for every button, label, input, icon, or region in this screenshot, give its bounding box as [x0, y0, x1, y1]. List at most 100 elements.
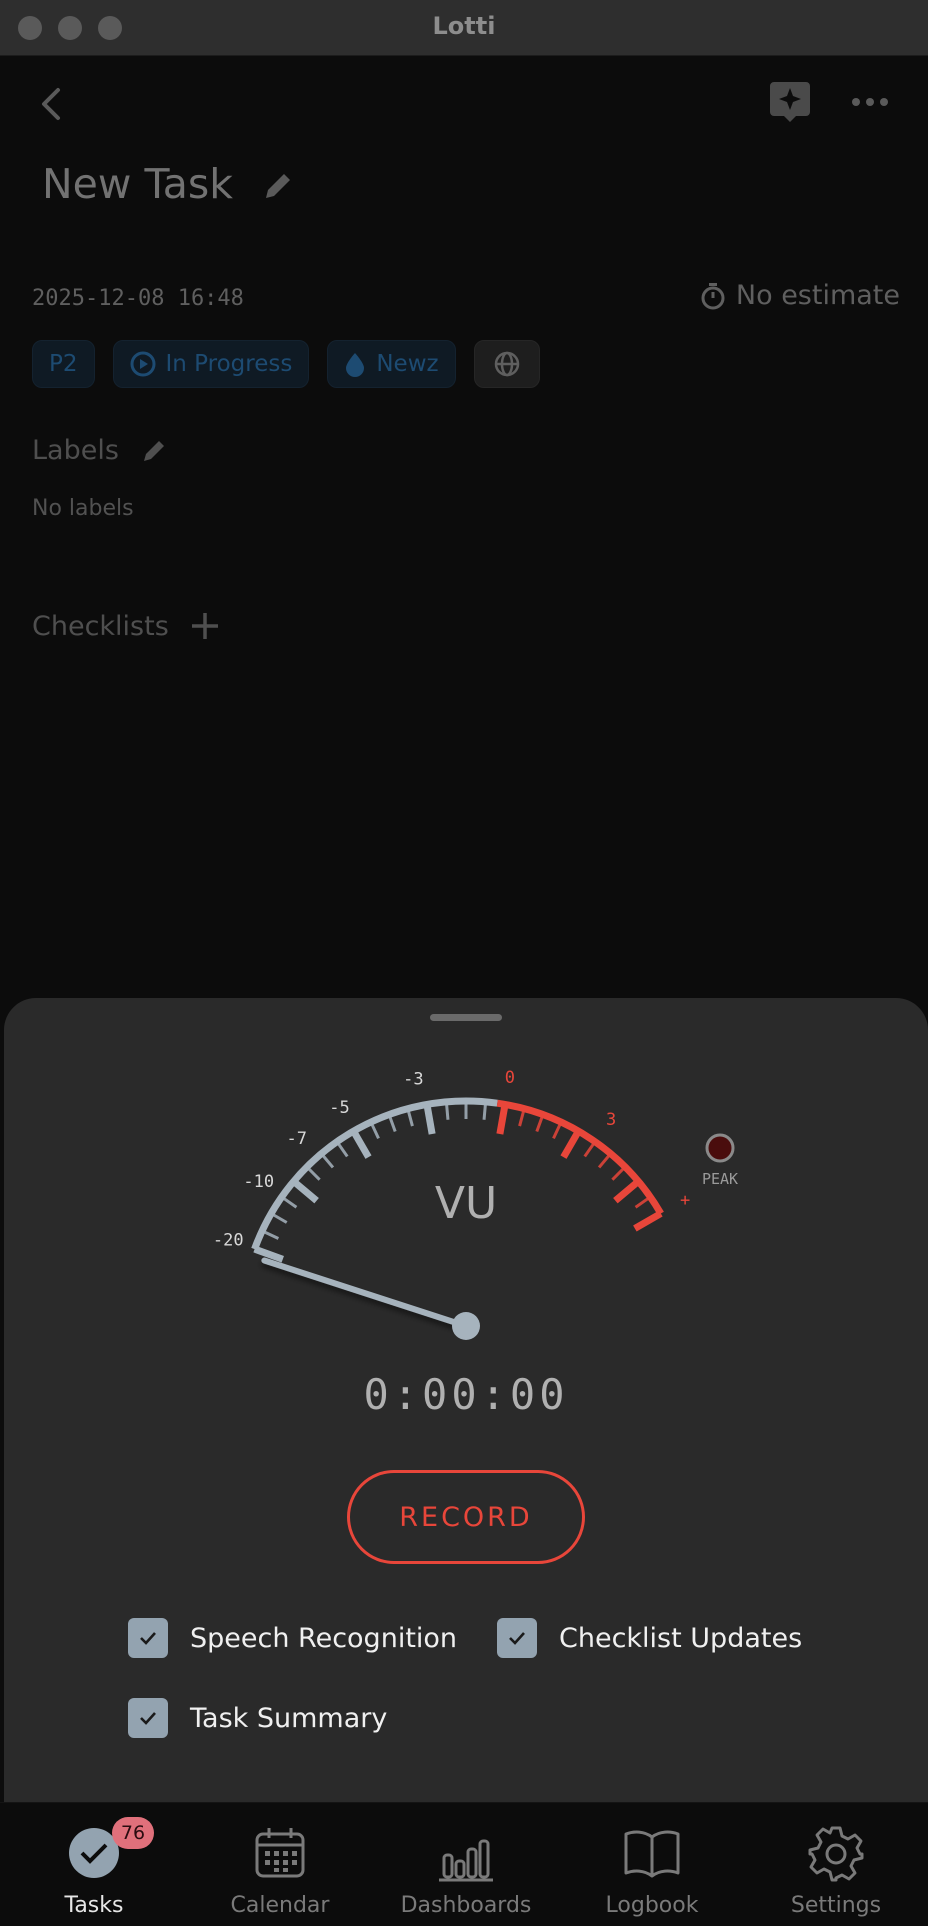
vu-tick	[496, 1103, 509, 1135]
vu-needle-pivot	[452, 1312, 480, 1340]
window-titlebar: Lotti	[0, 0, 928, 56]
language-chip[interactable]	[473, 340, 540, 388]
checklist-updates-option[interactable]: Checklist Updates	[497, 1618, 802, 1658]
vu-scale-label: -20	[213, 1230, 244, 1250]
vu-needle	[261, 1257, 469, 1329]
vu-tick	[611, 1165, 627, 1181]
vu-scale-label: +	[680, 1191, 690, 1211]
checklist-updates-label: Checklist Updates	[559, 1622, 803, 1654]
vu-tick	[369, 1121, 380, 1140]
task-title[interactable]: New Task	[42, 160, 233, 208]
vu-tick	[305, 1165, 321, 1181]
add-icon[interactable]	[189, 610, 221, 642]
priority-chip[interactable]: P2	[32, 340, 95, 388]
vu-tick	[280, 1195, 298, 1209]
no-labels-text: No labels	[32, 496, 134, 521]
nav-label-dashboards: Dashboards	[400, 1893, 532, 1918]
nav-label-calendar: Calendar	[230, 1893, 330, 1918]
nav-label-settings: Settings	[790, 1893, 882, 1918]
timer-icon	[701, 282, 725, 309]
record-button-label: RECORD	[399, 1501, 533, 1533]
peak-label: PEAK	[702, 1170, 738, 1188]
status-label: In Progress	[165, 351, 293, 377]
vu-scale-label: -10	[243, 1172, 274, 1192]
estimate-label: No estimate	[735, 280, 900, 311]
nav-label-tasks: Tasks	[64, 1893, 124, 1918]
pencil-icon[interactable]	[139, 434, 171, 466]
chevron-left-icon	[42, 88, 60, 120]
vu-tick	[535, 1114, 545, 1132]
checkmark-icon	[140, 1632, 156, 1645]
task-summary-checkbox[interactable]	[128, 1698, 168, 1738]
task-chips: P2 In Progress Newz	[32, 340, 540, 388]
recording-timer: 0:00:00	[363, 1370, 569, 1419]
vu-tick	[261, 1229, 280, 1240]
gear-icon	[808, 1826, 864, 1882]
pencil-icon	[266, 174, 290, 198]
vu-scale-label: 3	[606, 1110, 616, 1130]
vu-tick	[560, 1129, 582, 1159]
vu-scale-label: 0	[505, 1068, 515, 1088]
speech-recognition-label: Speech Recognition	[190, 1622, 458, 1654]
checklist-updates-checkbox[interactable]	[497, 1618, 537, 1658]
window-title: Lotti	[432, 12, 496, 40]
play-circle-icon	[130, 351, 156, 377]
category-label: Newz	[376, 351, 439, 377]
vu-tick	[552, 1121, 563, 1140]
drop-icon	[346, 353, 365, 377]
vu-tick	[253, 1245, 284, 1263]
vu-tick	[350, 1129, 372, 1159]
vu-tick	[423, 1103, 436, 1135]
vu-tick	[583, 1140, 597, 1158]
vu-tick	[482, 1101, 488, 1120]
vu-tick	[613, 1178, 641, 1204]
vu-tick	[291, 1178, 319, 1204]
vu-scale-label: -7	[286, 1129, 306, 1149]
checkmark-icon	[140, 1712, 156, 1725]
checkmark-icon	[509, 1632, 525, 1645]
audio-recorder-sheet: -20 -10 -7 -5 -3 0 3 + VU PEAK 0:00:00 RECORD S…	[4, 998, 928, 1802]
vu-tick	[444, 1101, 450, 1120]
task-summary-label: Task Summary	[190, 1702, 388, 1734]
speech-recognition-option[interactable]: Speech Recognition	[128, 1618, 457, 1658]
nav-item-dashboards[interactable]: Dashboards	[386, 1813, 546, 1923]
nav-label-logbook: Logbook	[605, 1893, 699, 1918]
edit-title-button[interactable]	[258, 166, 298, 206]
status-chip[interactable]: In Progress	[112, 340, 310, 388]
task-date[interactable]: 2025-12-08 16:48	[32, 286, 244, 311]
checklists-section-header: Checklists	[32, 610, 221, 642]
estimate-field[interactable]: No estimate	[700, 280, 900, 311]
vu-meter: -20 -10 -7 -5 -3 0 3 + VU PEAK	[213, 1068, 738, 1340]
category-chip[interactable]: Newz	[327, 340, 456, 388]
more-options-button[interactable]	[848, 90, 892, 114]
more-horizontal-icon	[852, 98, 888, 106]
nav-item-logbook[interactable]: Logbook	[572, 1813, 732, 1923]
vu-label: VU	[435, 1178, 497, 1229]
calendar-icon	[255, 1828, 305, 1878]
vu-tick	[597, 1152, 612, 1169]
vu-tick	[634, 1195, 652, 1209]
record-button[interactable]: RECORD	[347, 1470, 585, 1564]
book-icon	[624, 1830, 680, 1878]
ai-assistant-button[interactable]	[768, 78, 812, 122]
vu-scale-label: -5	[329, 1098, 349, 1118]
vu-tick	[320, 1152, 335, 1169]
task-detail-page: New Task 2025-12-08 16:48 No estimate P2…	[0, 56, 928, 1066]
speech-recognition-checkbox[interactable]	[128, 1618, 168, 1658]
labels-heading: Labels	[32, 434, 119, 466]
bar-chart-icon	[439, 1839, 493, 1882]
vu-tick	[270, 1212, 288, 1224]
nav-item-settings[interactable]: Settings	[756, 1813, 916, 1923]
vu-scale-label: -3	[403, 1070, 423, 1090]
checklists-heading: Checklists	[32, 610, 169, 642]
nav-item-tasks[interactable]: 76 Tasks	[14, 1813, 174, 1923]
vu-tick	[335, 1140, 349, 1158]
labels-section-header: Labels	[32, 434, 171, 466]
globe-icon	[494, 351, 519, 377]
back-button[interactable]	[32, 82, 72, 126]
priority-label: P2	[49, 351, 78, 377]
nav-item-calendar[interactable]: Calendar	[200, 1813, 360, 1923]
task-summary-option[interactable]: Task Summary	[128, 1698, 387, 1738]
sparkle-icon	[770, 82, 810, 122]
vu-tick	[633, 1210, 663, 1232]
